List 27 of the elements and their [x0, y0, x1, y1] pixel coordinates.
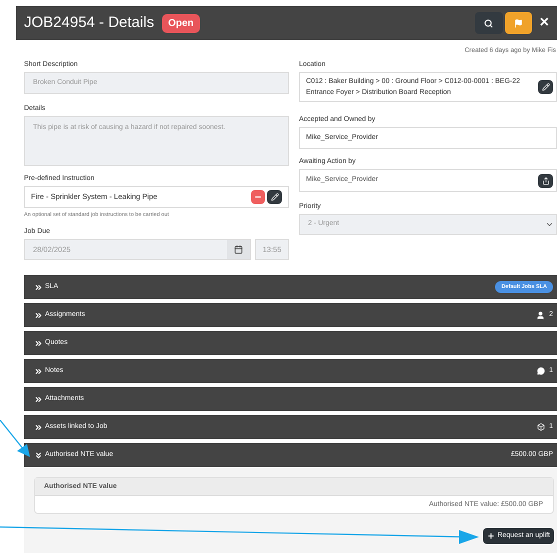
chevrons-right-icon	[34, 338, 43, 348]
window-title: JOB24954 - Details	[24, 12, 154, 33]
pencil-icon	[542, 83, 550, 91]
search-button[interactable]	[474, 12, 503, 34]
chevron-down-icon	[545, 220, 554, 229]
chevrons-right-icon	[34, 366, 43, 376]
plus-icon	[487, 532, 496, 540]
forward-button[interactable]	[538, 174, 553, 188]
chevrons-right-icon	[34, 310, 43, 320]
pencil-icon	[270, 193, 278, 201]
chevrons-right-icon	[34, 282, 43, 292]
flag-icon	[514, 18, 523, 28]
person-icon	[536, 310, 546, 320]
cube-icon	[537, 423, 546, 432]
chevrons-right-icon	[34, 394, 43, 404]
status-badge: Open	[162, 14, 200, 32]
flag-button[interactable]	[504, 12, 532, 34]
search-icon	[484, 18, 494, 28]
edit-button[interactable]	[267, 190, 282, 204]
chevrons-right-icon	[34, 422, 43, 432]
chevrons-down-icon	[34, 450, 43, 460]
close-button[interactable]: ×	[540, 15, 549, 31]
comment-icon	[537, 367, 546, 376]
calendar-icon	[234, 245, 243, 254]
edit-button[interactable]	[538, 80, 553, 94]
share-icon	[542, 176, 550, 184]
annotation-arrow	[0, 420, 32, 458]
